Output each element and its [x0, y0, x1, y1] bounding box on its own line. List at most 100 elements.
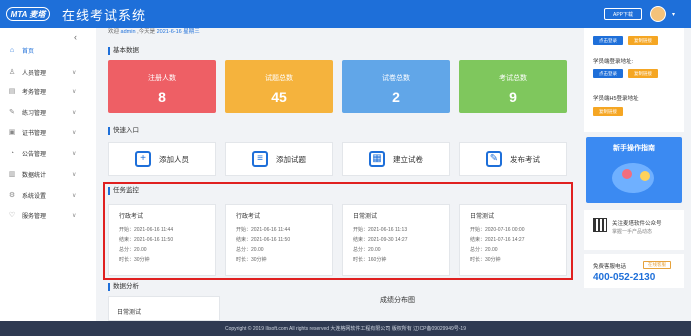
student-copy-link-button[interactable]: 复制链接	[628, 69, 658, 78]
chart-icon: ▥	[8, 171, 16, 178]
sidebar-item-practice[interactable]: ✎ 练习管理 ∨	[0, 104, 96, 120]
home-icon: ⌂	[9, 46, 15, 54]
section-title-analysis: 数据分析	[108, 283, 139, 291]
sidebar-item-statistics[interactable]: ▥ 数据统计 ∨	[0, 166, 96, 182]
section-title-quick: 快速入口	[108, 127, 139, 135]
login-button-label: 点击登录	[599, 37, 617, 43]
certificate-icon: ▣	[8, 129, 16, 136]
top-header: MTA 麦塔 在线考试系统	[0, 0, 691, 28]
user-icon: ♙	[8, 69, 16, 76]
sidebar-item-label: 练习管理	[22, 110, 47, 117]
guide-illustration-figure	[622, 169, 632, 179]
hotline-label: 免费客服电话	[593, 264, 627, 270]
avatar[interactable]	[650, 6, 666, 22]
analysis-exam-item[interactable]: 日常测试	[117, 307, 141, 316]
task-score: 总分：20.00	[470, 247, 498, 253]
chevron-down-icon: ∨	[72, 129, 77, 136]
welcome-today-label: ,今天是	[137, 29, 156, 35]
chevron-down-icon: ∨	[72, 88, 77, 95]
chevron-down-icon: ∨	[72, 150, 77, 157]
task-score: 总分：20.00	[119, 247, 147, 253]
online-service-button[interactable]: 在线客服	[643, 261, 671, 269]
chevron-down-icon: ∨	[72, 171, 77, 178]
add-user-icon: +	[135, 151, 151, 167]
task-score: 总分：20.00	[353, 247, 381, 253]
sidebar-item-label: 人员管理	[22, 70, 47, 77]
copy-link-button[interactable]: 复制链接	[628, 36, 658, 45]
student-login-button[interactable]: 点击登录	[593, 69, 623, 78]
task-start: 开始：2021-06-16 11:13	[353, 227, 408, 233]
stat-value: 2	[392, 89, 400, 105]
quick-add-user-button[interactable]: + 添加人员	[108, 142, 216, 176]
footer-copyright: Copyright © 2019 Ilisoft.com All rights …	[225, 326, 466, 332]
task-start: 开始：2021-06-16 11:44	[119, 227, 174, 233]
stat-label: 注册人数	[148, 75, 176, 82]
collapse-sidebar-icon[interactable]: ‹	[74, 32, 77, 42]
stat-label: 试题总数	[265, 75, 293, 82]
task-score: 总分：20.00	[236, 247, 264, 253]
hotline-phone: 400-052-2130	[593, 272, 656, 283]
copy-link-label: 复制链接	[599, 108, 617, 114]
sidebar-item-exam-affairs[interactable]: ▤ 考务管理 ∨	[0, 83, 96, 99]
app-title: 在线考试系统	[62, 7, 147, 23]
copy-link-label: 复制链接	[634, 70, 652, 76]
student-login-address-label: 学员端登录地址:	[593, 59, 634, 65]
guide-illustration-figure	[640, 171, 650, 181]
analysis-exam-list[interactable]: 日常测试	[108, 296, 220, 321]
sidebar-item-settings[interactable]: ⚙ 系统设置 ∨	[0, 187, 96, 203]
stat-value: 45	[271, 89, 287, 105]
welcome-prefix: 欢迎	[108, 29, 120, 35]
heart-icon: ♡	[8, 212, 16, 219]
sidebar-item-users[interactable]: ♙ 人员管理 ∨	[0, 64, 96, 80]
task-title: 日常测试	[470, 214, 495, 220]
chevron-down-icon: ∨	[72, 192, 77, 199]
task-card[interactable]: 行政考试 开始：2021-06-16 11:44 结束：2021-06-16 1…	[108, 204, 216, 276]
welcome-user: admin	[120, 29, 136, 35]
task-start: 开始：2020-07-16 00:00	[470, 227, 525, 233]
logo: MTA 麦塔	[6, 7, 50, 21]
quick-label: 建立试卷	[393, 154, 423, 164]
task-card[interactable]: 行政考试 开始：2021-06-16 11:44 结束：2021-06-16 1…	[225, 204, 333, 276]
sidebar-item-label: 数据统计	[22, 172, 47, 179]
login-button[interactable]: 点击登录	[593, 36, 623, 45]
sidebar-item-label: 系统设置	[22, 193, 47, 200]
sidebar-item-label: 服务管理	[22, 213, 47, 220]
qr-code-icon	[593, 218, 607, 232]
stat-card-papers[interactable]: 试卷总数 2	[342, 60, 450, 113]
quick-create-paper-button[interactable]: ▦ 建立试卷	[342, 142, 450, 176]
chevron-down-icon: ∨	[72, 212, 77, 219]
stat-card-questions[interactable]: 试题总数 45	[225, 60, 333, 113]
quick-add-question-button[interactable]: ≡ 添加试题	[225, 142, 333, 176]
welcome-line: 欢迎 admin ,今天是 2021-6-16 星期三	[108, 27, 200, 35]
beginner-guide-banner[interactable]: 新手操作指南	[586, 137, 682, 203]
task-title: 行政考试	[236, 214, 261, 220]
follow-text-line1: 关注麦塔软件公众号	[612, 221, 662, 227]
task-card[interactable]: 日常测试 开始：2020-07-16 00:00 结束：2021-07-16 1…	[459, 204, 567, 276]
sidebar-item-notice[interactable]: ◔ 公告管理 ∨	[0, 145, 96, 161]
file-icon: ▤	[8, 88, 16, 95]
sidebar-item-label: 首页	[22, 48, 35, 55]
stat-label: 考试总数	[499, 75, 527, 82]
task-start: 开始：2021-06-16 11:44	[236, 227, 291, 233]
sidebar-item-home[interactable]: ⌂ 首页	[0, 42, 96, 58]
task-end: 结束：2021-09-30 14:27	[353, 237, 408, 243]
follow-text-line2: 掌握一手产品动态	[612, 229, 653, 235]
stat-card-exams[interactable]: 考试总数 9	[459, 60, 567, 113]
stat-card-users[interactable]: 注册人数 8	[108, 60, 216, 113]
h5-copy-link-button[interactable]: 复制链接	[593, 107, 623, 116]
sidebar-item-certificate[interactable]: ▣ 证书管理 ∨	[0, 124, 96, 140]
app-download-button[interactable]: APP下载	[604, 8, 642, 20]
quick-label: 添加人员	[159, 154, 189, 164]
quick-publish-exam-button[interactable]: ✎ 发布考试	[459, 142, 567, 176]
quick-label: 发布考试	[510, 154, 540, 164]
chevron-down-icon[interactable]: ▾	[672, 11, 675, 18]
task-duration: 时长：30分钟	[119, 257, 150, 263]
welcome-date: 2021-6-16	[156, 29, 182, 35]
task-card[interactable]: 日常测试 开始：2021-06-16 11:13 结束：2021-09-30 1…	[342, 204, 450, 276]
section-title-tasks: 任务监控	[108, 187, 139, 195]
edit-icon: ✎	[9, 109, 15, 116]
task-duration: 时长：30分钟	[236, 257, 267, 263]
login-button-label: 点击登录	[599, 70, 617, 76]
sidebar-item-service[interactable]: ♡ 服务管理 ∨	[0, 207, 96, 223]
sidebar-item-label: 考务管理	[22, 89, 47, 96]
